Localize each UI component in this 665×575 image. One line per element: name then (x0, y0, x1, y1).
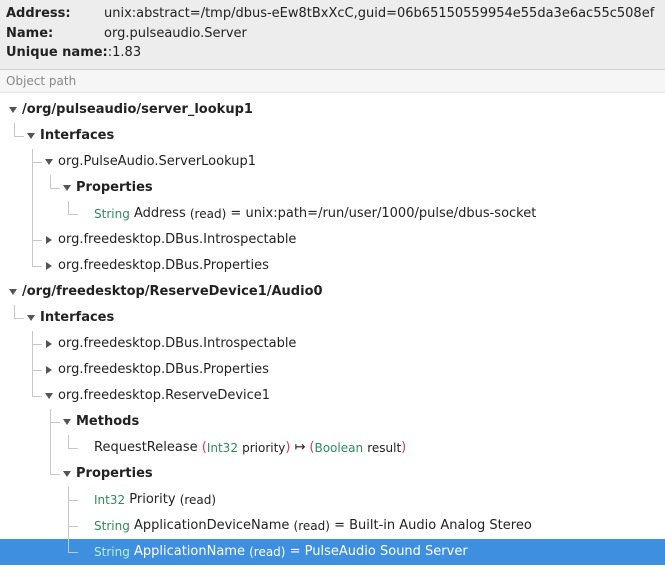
name-value: org.pulseaudio.Server (104, 24, 659, 44)
ret-name: result (367, 441, 401, 455)
method-name: RequestRelease (94, 440, 198, 455)
chevron-down-icon[interactable] (24, 129, 38, 143)
interface-name: org.freedesktop.ReserveDevice1 (58, 388, 270, 403)
tree-interface[interactable]: org.freedesktop.DBus.Introspectable (0, 331, 665, 357)
tree-interface[interactable]: org.freedesktop.DBus.Introspectable (0, 227, 665, 253)
property-type: Int32 (94, 493, 125, 507)
chevron-down-icon[interactable] (6, 103, 20, 117)
tree-interfaces[interactable]: Interfaces (0, 123, 665, 149)
chevron-down-icon[interactable] (60, 467, 74, 481)
interface-name: org.freedesktop.DBus.Introspectable (58, 336, 296, 351)
chevron-right-icon[interactable] (42, 259, 56, 273)
tree-interface[interactable]: org.PulseAudio.ServerLookup1 (0, 149, 665, 175)
chevron-down-icon[interactable] (42, 389, 56, 403)
property-access: (read) (180, 493, 216, 507)
tree-interface[interactable]: org.freedesktop.DBus.Properties (0, 357, 665, 383)
tree-interfaces[interactable]: Interfaces (0, 305, 665, 331)
property-value: unix:path=/run/user/1000/pulse/dbus-sock… (245, 206, 536, 221)
chevron-right-icon[interactable] (42, 337, 56, 351)
properties-label: Properties (76, 180, 153, 195)
tree-methods[interactable]: Methods (0, 409, 665, 435)
property-type: String (94, 545, 130, 559)
address-value: unix:abstract=/tmp/dbus-eEw8tBxXcC,guid=… (104, 4, 659, 24)
property-access: (read) (190, 207, 226, 221)
property-access: (read) (249, 545, 285, 559)
tree-property[interactable]: String ApplicationDeviceName (read) = Bu… (0, 513, 665, 539)
tree-property[interactable]: String ApplicationName (read) = PulseAud… (0, 539, 665, 565)
column-header-object-path[interactable]: Object path (0, 70, 665, 93)
property-name: ApplicationName (134, 544, 245, 559)
name-label: Name: (6, 24, 104, 44)
chevron-right-icon[interactable] (42, 363, 56, 377)
equals: = (230, 206, 241, 221)
properties-label: Properties (76, 466, 153, 481)
property-name: Priority (129, 492, 175, 507)
interfaces-label: Interfaces (40, 310, 114, 325)
object-path-label: /org/pulseaudio/server_lookup1 (22, 102, 253, 117)
tree-interface[interactable]: org.freedesktop.DBus.Properties (0, 253, 665, 279)
methods-label: Methods (76, 414, 139, 429)
property-access: (read) (294, 519, 330, 533)
property-type: String (94, 519, 130, 533)
object-path-label: /org/freedesktop/ReserveDevice1/Audio0 (22, 284, 323, 299)
unique-name-label: Unique name: (6, 43, 108, 63)
unique-name-value: :1.83 (108, 43, 659, 63)
chevron-down-icon[interactable] (6, 285, 20, 299)
interface-name: org.freedesktop.DBus.Introspectable (58, 232, 296, 247)
interface-name: org.PulseAudio.ServerLookup1 (58, 154, 256, 169)
equals: = (290, 544, 301, 559)
property-name: ApplicationDeviceName (134, 518, 289, 533)
chevron-right-icon[interactable] (42, 233, 56, 247)
chevron-down-icon[interactable] (60, 181, 74, 195)
chevron-down-icon[interactable] (60, 415, 74, 429)
connection-header: Address: unix:abstract=/tmp/dbus-eEw8tBx… (0, 0, 665, 70)
arg-name: priority (242, 441, 285, 455)
ret-type: Boolean (314, 441, 363, 455)
tree-property[interactable]: String Address (read) = unix:path=/run/u… (0, 201, 665, 227)
tree-method[interactable]: RequestRelease (Int32 priority) ↦ (Boole… (0, 435, 665, 461)
object-tree[interactable]: /org/pulseaudio/server_lookup1 Interface… (0, 93, 665, 565)
interface-name: org.freedesktop.DBus.Properties (58, 362, 269, 377)
chevron-down-icon[interactable] (24, 311, 38, 325)
tree-object-path[interactable]: /org/freedesktop/ReserveDevice1/Audio0 (0, 279, 665, 305)
property-type: String (94, 207, 130, 221)
interface-name: org.freedesktop.DBus.Properties (58, 258, 269, 273)
property-name: Address (134, 206, 186, 221)
arg-type: Int32 (207, 441, 238, 455)
interfaces-label: Interfaces (40, 128, 114, 143)
tree-properties[interactable]: Properties (0, 175, 665, 201)
property-value: PulseAudio Sound Server (305, 544, 468, 559)
tree-properties[interactable]: Properties (0, 461, 665, 487)
address-label: Address: (6, 4, 104, 24)
equals: = (334, 518, 345, 533)
tree-interface[interactable]: org.freedesktop.ReserveDevice1 (0, 383, 665, 409)
property-value: Built-in Audio Analog Stereo (349, 518, 532, 533)
mapsto-icon: ↦ (294, 440, 305, 455)
tree-property[interactable]: Int32 Priority (read) (0, 487, 665, 513)
chevron-down-icon[interactable] (42, 155, 56, 169)
tree-object-path[interactable]: /org/pulseaudio/server_lookup1 (0, 97, 665, 123)
